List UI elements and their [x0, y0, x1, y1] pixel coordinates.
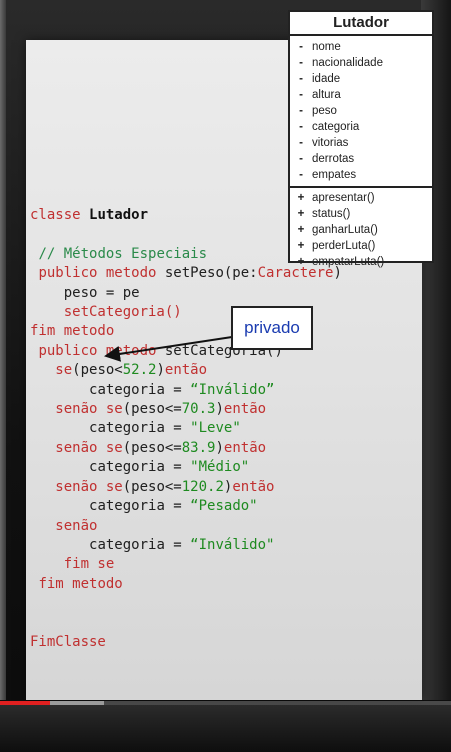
privado-callout: privado — [231, 306, 313, 350]
video-controls-bar — [0, 705, 451, 752]
video-progress-fill — [0, 701, 50, 705]
video-progress-bar[interactable] — [0, 701, 451, 705]
callout-arrow — [104, 336, 233, 362]
callout-label: privado — [244, 318, 300, 337]
